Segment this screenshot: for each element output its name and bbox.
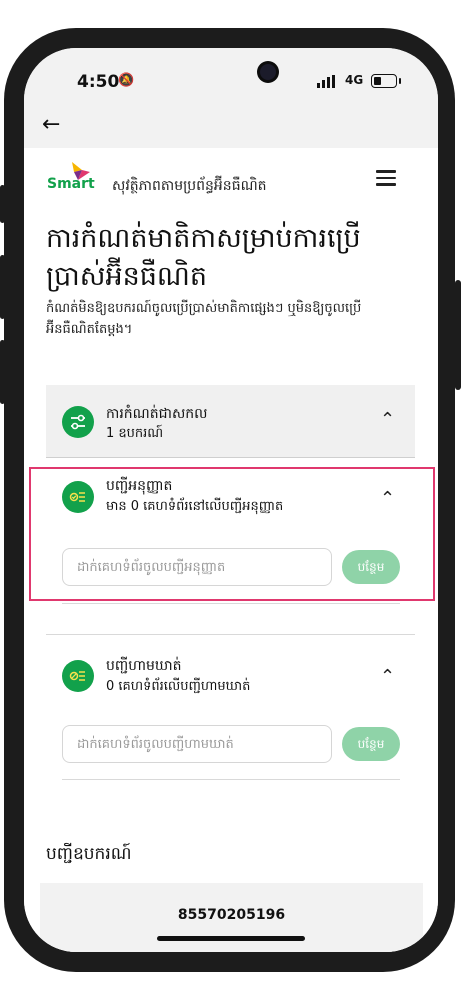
phone-power-button: [455, 280, 461, 390]
home-indicator[interactable]: [157, 936, 305, 941]
device-number: 85570205196: [177, 907, 286, 923]
divider: [46, 634, 415, 635]
blocklist-subtitle: 0 គេហទំព័រលើបញ្ជីហាមឃាត់: [106, 679, 251, 694]
battery-icon: [371, 74, 401, 88]
page-content: Smart សុវត្ថិភាពតាមប្រព័ន្ធអ៊ីនធឺណិត ការ…: [24, 148, 438, 952]
chevron-up-icon[interactable]: ⌃: [380, 409, 395, 430]
site-title: សុវត្ថិភាពតាមប្រព័ន្ធអ៊ីនធឺណិត: [112, 178, 267, 194]
divider: [62, 779, 400, 780]
divider: [62, 603, 400, 604]
block-list-icon: [62, 660, 94, 692]
general-settings-row[interactable]: ការកំណត់ជាសកល 1 ឧបករណ៍ ⌃: [46, 385, 415, 458]
phone-silent-switch: [0, 185, 5, 223]
general-settings-subtitle: 1 ឧបករណ៍: [106, 426, 164, 441]
signal-icon: [317, 75, 335, 88]
network-type: 4G: [345, 73, 364, 87]
blocklist-title: បញ្ជីហាមឃាត់: [106, 658, 182, 674]
brand-name: Smart: [47, 176, 95, 192]
chevron-up-icon[interactable]: ⌃: [380, 666, 395, 687]
phone-screen: 4:50 🔕 4G ← Smart សុវត្ថិភាពតាមប្រព័ន្ធអ…: [24, 48, 438, 952]
blocklist-add-button[interactable]: បន្ថែម: [342, 727, 400, 761]
general-settings-title: ការកំណត់ជាសកល: [106, 406, 208, 422]
hamburger-menu-icon[interactable]: [376, 170, 396, 186]
device-card[interactable]: 85570205196: [40, 883, 423, 952]
phone-volume-down: [0, 340, 5, 404]
dynamic-island: [169, 58, 293, 96]
page-title: ការកំណត់មាតិកាសម្រាប់ការប្រើប្រាស់អ៊ីនធឺ…: [46, 223, 361, 292]
page-description: កំណត់មិនឱ្យឧបករណ៍ចូលប្រើប្រាស់មាតិកាផ្សេ…: [46, 301, 362, 337]
devices-heading: បញ្ជីឧបករណ៍: [46, 844, 132, 864]
arrow-left-icon[interactable]: ←: [42, 112, 60, 137]
sliders-icon: [62, 406, 94, 438]
highlight-box: [29, 467, 435, 601]
phone-volume-up: [0, 255, 5, 319]
blocklist-input[interactable]: ដាក់គេហទំព័រចូលបញ្ជីហាមឃាត់: [62, 725, 332, 763]
camera-icon: [260, 64, 276, 80]
bell-muted-icon: 🔕: [118, 73, 135, 88]
status-time: 4:50: [77, 72, 120, 92]
